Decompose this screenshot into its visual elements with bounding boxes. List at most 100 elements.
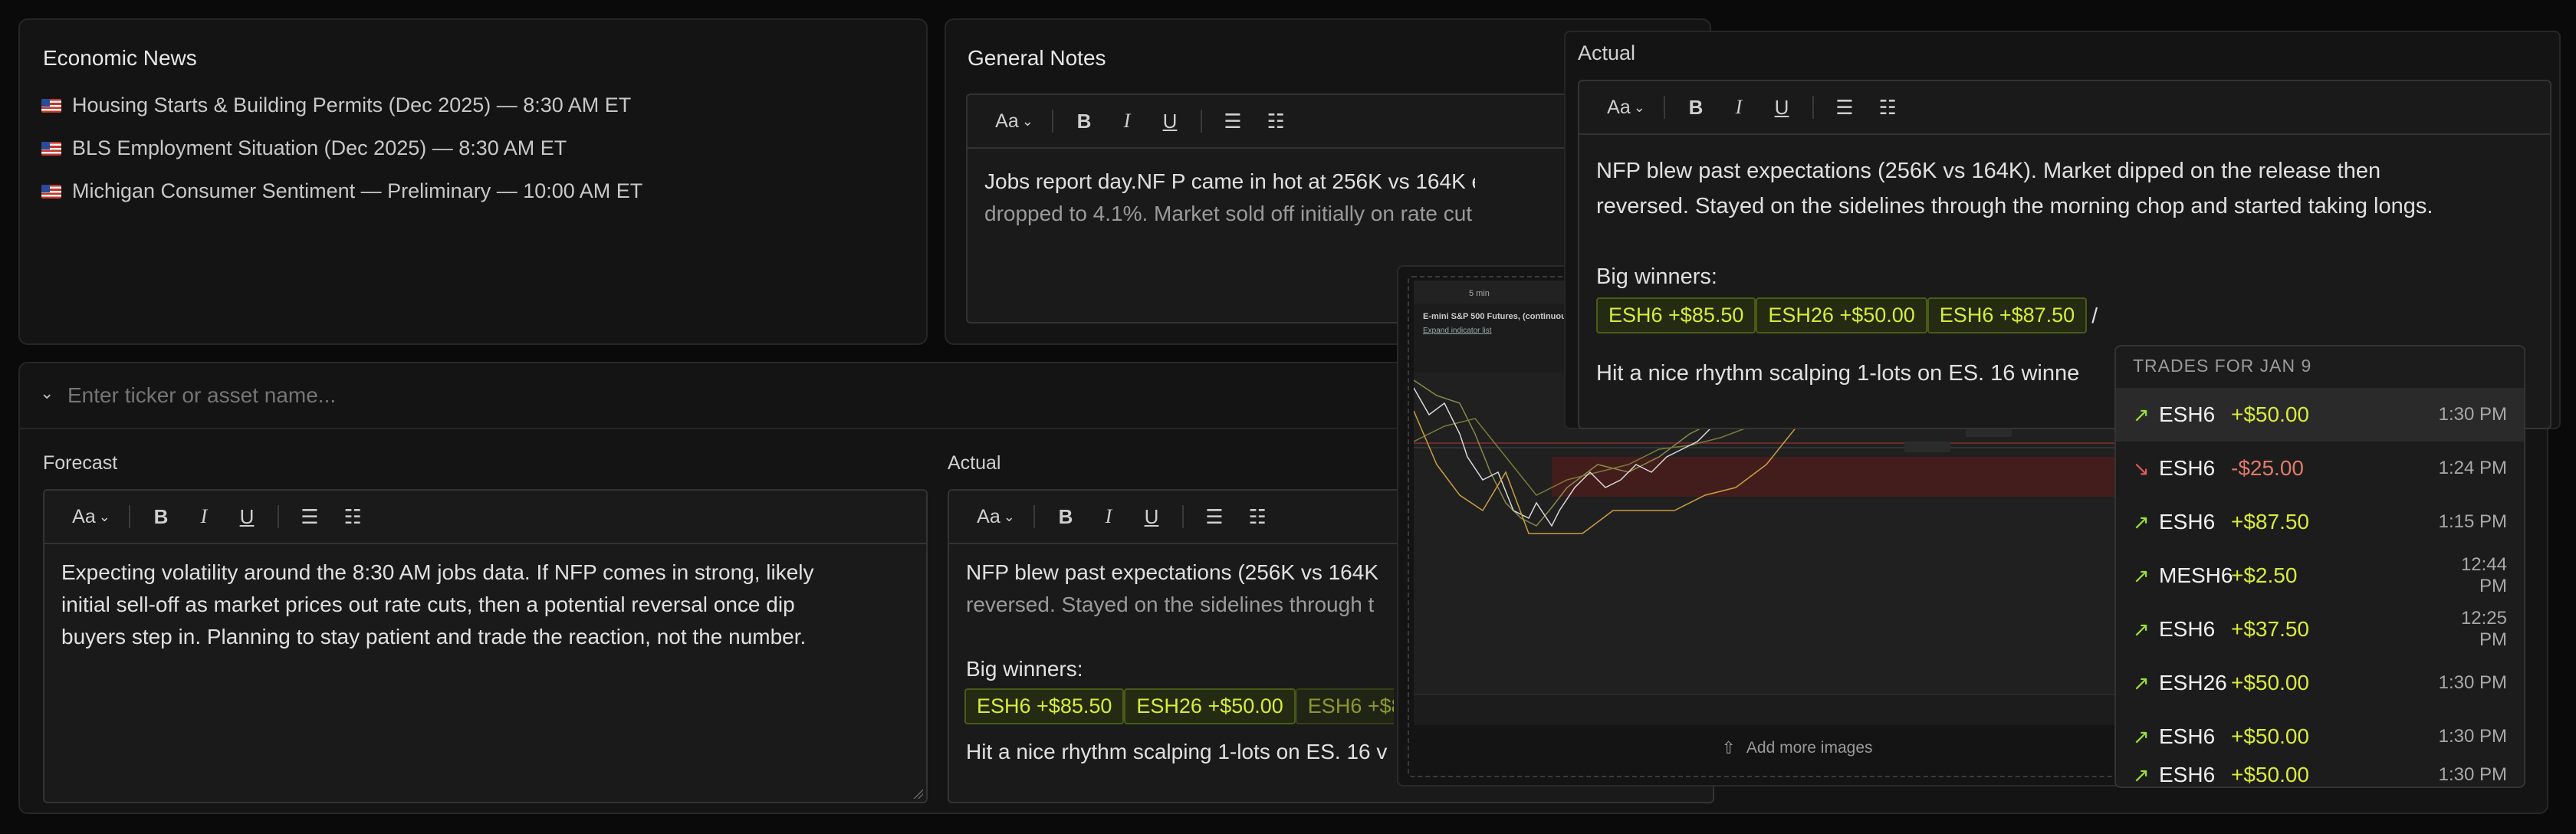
- upload-icon: ⇧: [1721, 738, 1736, 757]
- winner-tag[interactable]: ESH6 +$85.50: [964, 688, 1125, 724]
- font-size-dropdown[interactable]: Aa ⌄: [986, 106, 1043, 136]
- winner-tag[interactable]: ESH6 +$87: [1295, 688, 1394, 724]
- trade-row[interactable]: ↗ ESH6 +$87.50 1:15 PM: [2116, 495, 2524, 549]
- font-size-label: Aa: [977, 505, 1001, 527]
- numbered-list-icon[interactable]: ☷: [1866, 92, 1909, 123]
- trade-pl: +$50.00: [2231, 724, 2309, 748]
- chart-timeframe: 5 min: [1469, 289, 1490, 298]
- trend-up-icon: ↗: [2133, 510, 2150, 534]
- actual-line: Hit a nice rhythm scalping 1-lots on ES.…: [966, 740, 1388, 763]
- trade-ticker: ESH6: [2159, 617, 2216, 641]
- chevron-down-icon[interactable]: ⌄: [40, 383, 54, 403]
- italic-icon[interactable]: I: [1087, 501, 1130, 532]
- numbered-list-icon[interactable]: ☷: [1236, 501, 1279, 532]
- trade-ticker: ESH6: [2159, 456, 2216, 480]
- trade-row[interactable]: ↘ ESH6 -$25.00 1:24 PM: [2116, 442, 2524, 495]
- trend-up-icon: ↗: [2133, 724, 2150, 748]
- trade-row[interactable]: ↗ ESH6 +$50.00 1:30 PM: [2116, 763, 2524, 786]
- trade-pl: +$2.50: [2231, 563, 2298, 587]
- trade-pl: -$25.00: [2231, 456, 2304, 480]
- underline-icon[interactable]: U: [1760, 92, 1803, 123]
- add-images-label: Add more images: [1746, 739, 1873, 757]
- ticker-input[interactable]: [67, 379, 1141, 412]
- news-item-text: Housing Starts & Building Permits (Dec 2…: [72, 94, 632, 117]
- trade-time: 12:25 PM: [2460, 608, 2507, 650]
- font-size-dropdown[interactable]: Aa ⌄: [1598, 92, 1654, 123]
- bullet-list-icon[interactable]: ☰: [288, 501, 331, 532]
- toolbar-divider: [1052, 110, 1053, 133]
- winner-tag[interactable]: ESH6 +$87.50: [1927, 297, 2088, 333]
- bullet-list-icon[interactable]: ☰: [1211, 106, 1254, 136]
- trend-up-icon: ↗: [2133, 402, 2150, 426]
- forecast-editor[interactable]: Aa ⌄ B I U ☰ ☷ Expecting volatility aroun…: [43, 489, 928, 803]
- italic-icon[interactable]: I: [1717, 92, 1760, 123]
- general-notes-title: General Notes: [968, 46, 1106, 70]
- journal-page: Economic News Housing Starts & Building …: [0, 0, 2576, 834]
- trade-pl: +$50.00: [2231, 763, 2309, 786]
- news-item: Michigan Consumer Sentiment — Preliminar…: [41, 179, 642, 203]
- trade-time: 1:30 PM: [2438, 764, 2507, 785]
- resize-handle-icon[interactable]: [912, 788, 923, 799]
- trade-row[interactable]: ↗ ESH6 +$50.00 1:30 PM: [2116, 710, 2524, 763]
- italic-icon[interactable]: I: [182, 501, 225, 532]
- toolbar-divider: [1033, 505, 1035, 528]
- chevron-down-icon: ⌄: [1003, 508, 1015, 524]
- toolbar-divider: [129, 505, 130, 528]
- actual-popup-line: reversed. Stayed on the sidelines throug…: [1596, 194, 2433, 218]
- trade-row[interactable]: ↗ MESH6 +$2.50 12:44 PM: [2116, 549, 2524, 603]
- trade-time: 1:30 PM: [2438, 672, 2507, 693]
- trade-ticker: ESH6: [2159, 402, 2216, 426]
- chart-title: E-mini S&P 500 Futures, (continuous,: [1423, 312, 1573, 321]
- trend-up-icon: ↗: [2133, 563, 2150, 587]
- toolbar-divider: [1201, 110, 1202, 133]
- bullet-list-icon[interactable]: ☰: [1823, 92, 1866, 123]
- toolbar-divider: [278, 505, 279, 528]
- numbered-list-icon[interactable]: ☷: [1254, 106, 1297, 136]
- underline-icon[interactable]: U: [1148, 106, 1191, 136]
- bold-icon[interactable]: B: [1063, 106, 1106, 136]
- font-size-label: Aa: [995, 110, 1019, 132]
- underline-icon[interactable]: U: [1130, 501, 1173, 532]
- trade-time: 1:15 PM: [2438, 511, 2507, 532]
- chart-indicator-link: Expand indicator list: [1423, 327, 1492, 335]
- actual-label: Actual: [948, 452, 1001, 474]
- winner-tag[interactable]: ESH26 +$50.00: [1124, 688, 1296, 724]
- trend-down-icon: ↘: [2133, 456, 2150, 480]
- actual-popup-label: Actual: [1578, 41, 1636, 64]
- winner-tag[interactable]: ESH6 +$85.50: [1596, 297, 1756, 333]
- actual-popup-line: NFP blew past expectations (256K vs 164K…: [1596, 159, 2381, 183]
- bullet-list-icon[interactable]: ☰: [1193, 501, 1236, 532]
- bold-icon[interactable]: B: [140, 501, 182, 532]
- slash-trigger: /: [2091, 303, 2098, 327]
- chevron-down-icon: ⌄: [1021, 113, 1033, 129]
- forecast-line: buyers step in. Planning to stay patient…: [61, 625, 807, 648]
- winner-tag[interactable]: ESH26 +$50.00: [1756, 297, 1927, 333]
- news-item: Housing Starts & Building Permits (Dec 2…: [41, 94, 631, 117]
- bold-icon[interactable]: B: [1044, 501, 1087, 532]
- trade-row[interactable]: ↗ ESH6 +$50.00 1:30 PM: [2116, 388, 2524, 442]
- font-size-dropdown[interactable]: Aa ⌄: [968, 501, 1024, 532]
- font-size-dropdown[interactable]: Aa ⌄: [63, 501, 120, 532]
- numbered-list-icon[interactable]: ☷: [331, 501, 374, 532]
- trade-row[interactable]: ↗ ESH6 +$37.50 12:25 PM: [2116, 603, 2524, 656]
- us-flag-icon: [41, 98, 61, 113]
- general-notes-line: Jobs report day.NF P came in hot at 256K…: [984, 169, 1475, 193]
- trade-ticker: ESH6: [2159, 763, 2216, 786]
- trade-ticker: ESH6: [2159, 510, 2216, 534]
- trade-row[interactable]: ↗ ESH26 +$50.00 1:30 PM: [2116, 656, 2524, 710]
- trade-time: 1:24 PM: [2438, 458, 2507, 478]
- news-item: BLS Employment Situation (Dec 2025) — 8:…: [41, 136, 567, 160]
- add-images-button[interactable]: ⇧ Add more images: [1398, 733, 2196, 763]
- underline-icon[interactable]: U: [225, 501, 268, 532]
- bold-icon[interactable]: B: [1674, 92, 1717, 123]
- trend-up-icon: ↗: [2133, 763, 2150, 786]
- italic-icon[interactable]: I: [1106, 106, 1148, 136]
- trade-ticker: ESH6: [2159, 724, 2216, 748]
- trade-pl: +$37.50: [2231, 617, 2309, 641]
- chart-label-box: [1904, 442, 1950, 452]
- trade-pl: +$50.00: [2231, 671, 2309, 694]
- font-size-label: Aa: [1607, 96, 1631, 118]
- actual-line: reversed. Stayed on the sidelines throug…: [966, 593, 1375, 616]
- economic-news-title: Economic News: [43, 46, 197, 70]
- trade-time: 12:44 PM: [2460, 554, 2507, 596]
